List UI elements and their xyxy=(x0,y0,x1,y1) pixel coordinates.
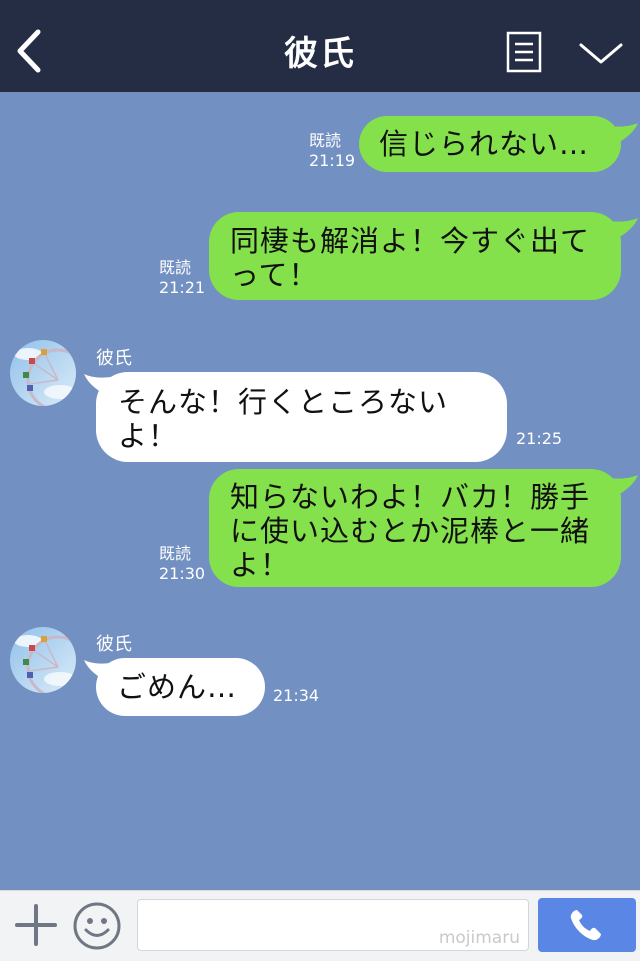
message-time: 21:30 xyxy=(159,564,206,583)
input-bar: mojimaru xyxy=(0,890,640,961)
message-meta: 既読 21:21 xyxy=(159,258,205,298)
message-time: 21:19 xyxy=(309,151,356,170)
message-text: そんな！行くところないよ！ xyxy=(118,385,449,453)
sender-name: 彼氏 xyxy=(96,634,132,655)
chat-area[interactable]: 既読 21:19 信じられない… 既読 21:21 同棲も解消よ！今すぐ出てって… xyxy=(0,92,640,890)
avatar[interactable] xyxy=(10,340,76,406)
message-meta: 既読 21:19 xyxy=(309,131,355,171)
message-bubble[interactable]: ごめん… xyxy=(96,658,265,716)
smiley-icon[interactable] xyxy=(72,901,122,951)
message-bubble[interactable]: そんな！行くところないよ！ xyxy=(96,372,507,462)
message-time: 21:25 xyxy=(516,429,563,448)
message-bubble[interactable]: 同棲も解消よ！今すぐ出てって！ xyxy=(209,212,621,300)
call-button[interactable] xyxy=(538,898,636,952)
phone-icon xyxy=(570,910,601,941)
chat-title: 彼氏 xyxy=(284,34,356,74)
message-bubble[interactable]: 信じられない… xyxy=(359,116,621,172)
message-bubble[interactable]: 知らないわよ！バカ！勝手に使い込むとか泥棒と一緒よ！ xyxy=(209,469,621,587)
message-time: 21:34 xyxy=(273,686,320,705)
message-meta: 既読 21:30 xyxy=(159,544,205,584)
plus-icon[interactable] xyxy=(14,903,58,947)
avatar[interactable] xyxy=(10,627,76,693)
message-input[interactable]: mojimaru xyxy=(137,899,529,951)
read-label: 既読 xyxy=(159,544,192,563)
read-label: 既読 xyxy=(159,258,192,277)
message-time: 21:21 xyxy=(159,278,206,297)
chevron-down-icon[interactable] xyxy=(578,38,624,68)
message-text: 知らないわよ！バカ！勝手に使い込むとか泥棒と一緒よ！ xyxy=(230,480,591,582)
message-text: ごめん… xyxy=(117,670,238,704)
sender-name: 彼氏 xyxy=(96,348,132,369)
chat-header: 彼氏 xyxy=(0,0,640,92)
watermark: mojimaru xyxy=(438,928,520,948)
menu-icon[interactable] xyxy=(506,31,542,73)
message-text: 信じられない… xyxy=(379,127,590,161)
message-text: 同棲も解消よ！今すぐ出てって！ xyxy=(230,224,591,292)
read-label: 既読 xyxy=(309,131,342,150)
